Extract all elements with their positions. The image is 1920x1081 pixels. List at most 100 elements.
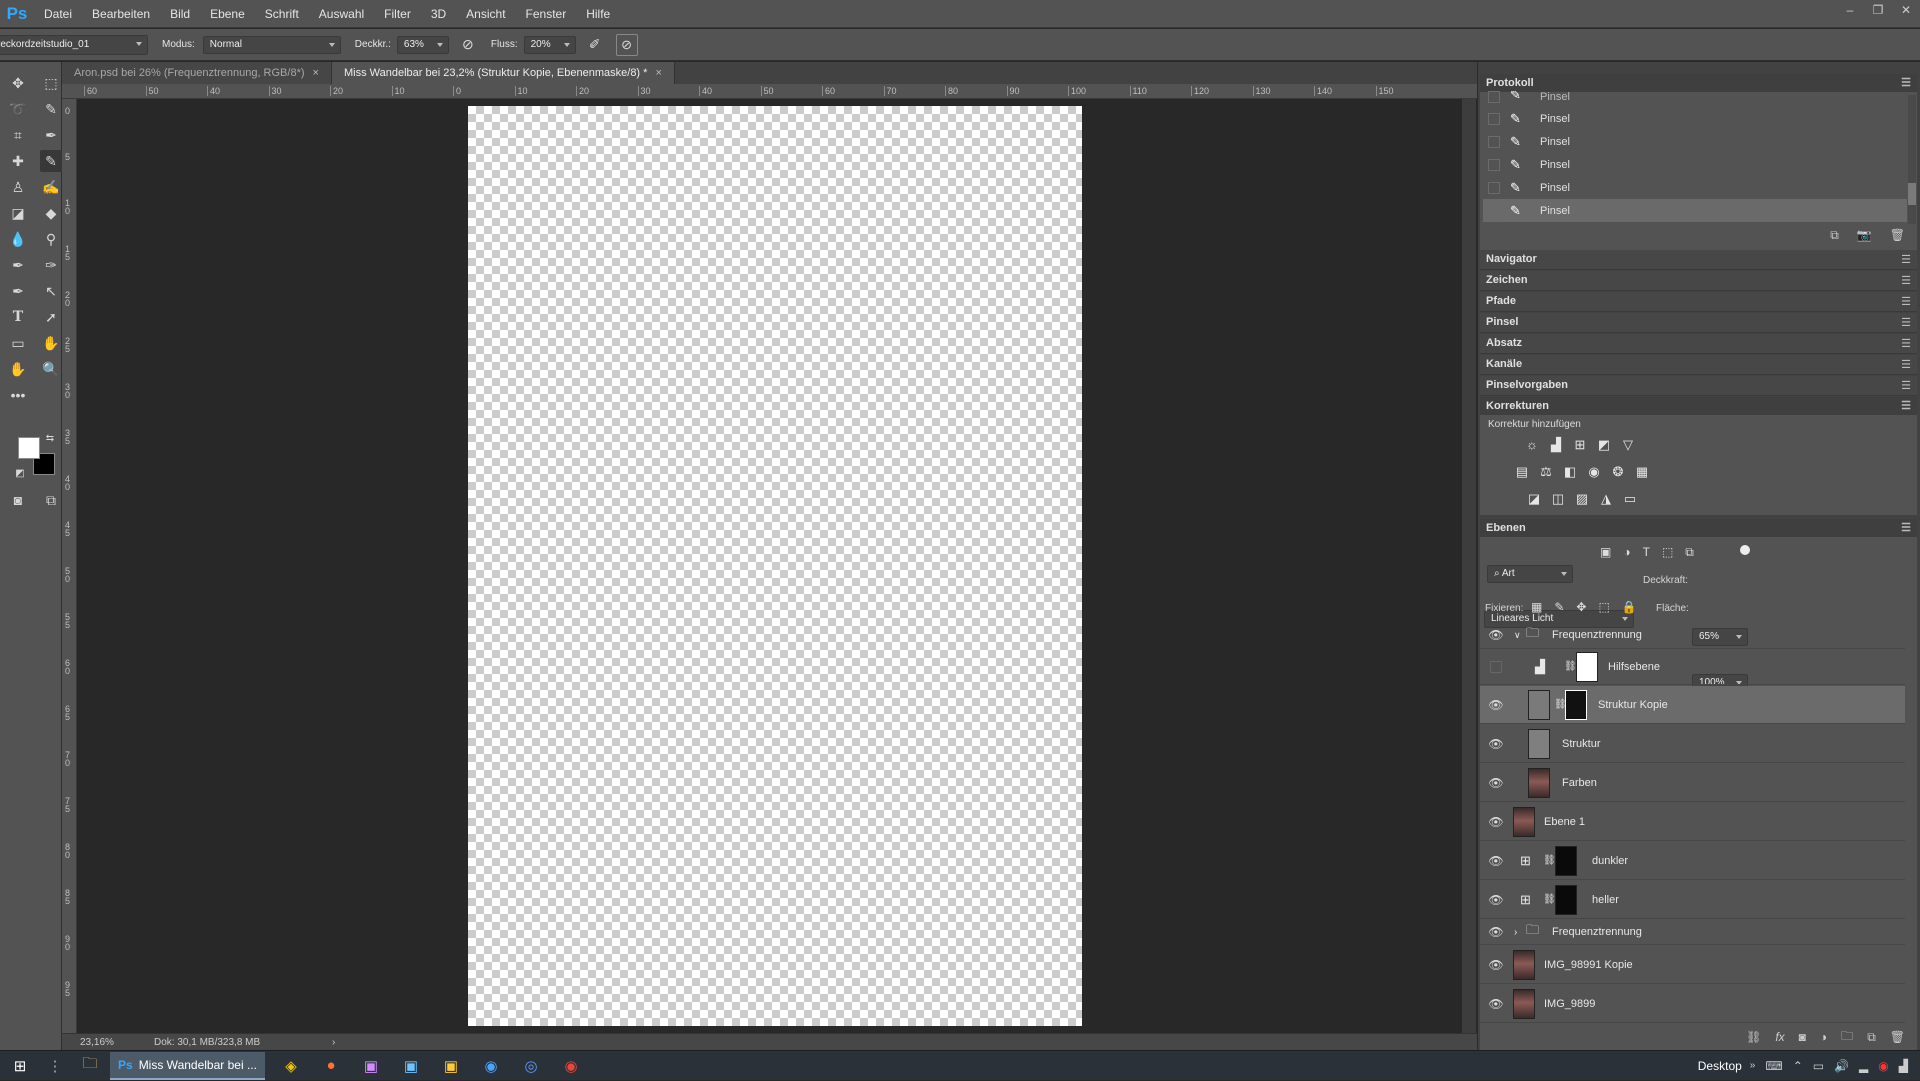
link-icon[interactable]: ⛓: [1564, 661, 1577, 672]
browser-icon[interactable]: ◉: [471, 1051, 511, 1081]
vertical-ruler[interactable]: 0 5 1 0 1 5 2 0 2 5 3 0 3 5 4 0 4 5 5 0 5 5 6 0 6 5 7 …: [62, 99, 77, 1033]
panel-menu-icon[interactable]: ☰: [1901, 337, 1911, 350]
color-lookup-icon[interactable]: ▦: [1633, 464, 1651, 480]
link-icon[interactable]: ⛓: [1543, 894, 1556, 905]
menu-bearbeiten[interactable]: Bearbeiten: [82, 0, 160, 28]
brush-presets-panel-header[interactable]: Pinselvorgaben ☰: [1480, 376, 1917, 396]
layer-ebene-1[interactable]: 👁 Ebene 1: [1480, 803, 1905, 841]
history-checkbox[interactable]: [1488, 204, 1500, 217]
link-layers-icon[interactable]: ⛓: [1746, 1030, 1761, 1044]
layer-group-frequenztrennung-collapsed[interactable]: 👁 › 🗀 Frequenztrennung: [1480, 920, 1905, 945]
menu-3d[interactable]: 3D: [421, 0, 456, 28]
menu-ebene[interactable]: Ebene: [200, 0, 255, 28]
paragraph-panel-header[interactable]: Absatz ☰: [1480, 334, 1917, 354]
swap-colors-icon[interactable]: ⇆: [43, 431, 57, 445]
lock-pixels-icon[interactable]: ✎: [1554, 600, 1564, 614]
smart-object-filter-icon[interactable]: ⧉: [1685, 545, 1694, 563]
minimize-button[interactable]: –: [1836, 0, 1864, 20]
navigator-panel-header[interactable]: Navigator ☰: [1480, 250, 1917, 270]
channel-mixer-icon[interactable]: ❂: [1609, 464, 1627, 480]
paths-panel-header[interactable]: Pfade ☰: [1480, 292, 1917, 312]
canvas-scrollbar[interactable]: [1462, 99, 1476, 1033]
posterize-icon[interactable]: ◫: [1549, 491, 1567, 507]
bridge-icon[interactable]: ◈: [271, 1051, 311, 1081]
rotate-view-tool-icon[interactable]: ✋: [7, 358, 29, 380]
foreground-color-swatch[interactable]: [18, 437, 40, 459]
marquee-tool-icon[interactable]: ⬚: [40, 72, 62, 94]
character-panel-header[interactable]: Zeichen ☰: [1480, 271, 1917, 291]
zoom-tool-icon[interactable]: 🔍: [40, 358, 62, 380]
tray-expand-icon[interactable]: »: [1750, 1060, 1756, 1071]
blur-tool-icon[interactable]: 💧: [7, 228, 29, 250]
photo-filter-icon[interactable]: ◉: [1585, 464, 1603, 480]
black-white-icon[interactable]: ◧: [1561, 464, 1579, 480]
close-button[interactable]: ✕: [1892, 0, 1920, 20]
lock-all-icon[interactable]: 🔒: [1622, 600, 1637, 614]
volume-icon[interactable]: 🔊: [1834, 1059, 1849, 1073]
premiere-icon[interactable]: ▣: [351, 1051, 391, 1081]
document-canvas[interactable]: [468, 106, 1082, 1026]
file-explorer-icon[interactable]: 🗀: [70, 1051, 110, 1081]
history-item[interactable]: ✎ Pinsel: [1483, 130, 1907, 153]
adobe-cc-icon[interactable]: ◉: [1878, 1059, 1888, 1073]
color-balance-icon[interactable]: ⚖: [1537, 464, 1555, 480]
history-checkbox[interactable]: [1488, 181, 1500, 194]
panel-menu-icon[interactable]: ☰: [1901, 253, 1911, 266]
invert-icon[interactable]: ◪: [1525, 491, 1543, 507]
scrollbar-thumb[interactable]: [1908, 183, 1916, 205]
history-item[interactable]: ✎ Pinsel: [1483, 176, 1907, 199]
network-icon[interactable]: ▂: [1859, 1059, 1868, 1073]
horizontal-ruler[interactable]: 60 50 40 30 20 10 0 10 20 30 40 50 60 70 80 90 100 110 120…: [62, 84, 1477, 99]
eraser-tool-icon[interactable]: ◪: [7, 202, 29, 224]
eye-icon[interactable]: 👁: [1488, 815, 1504, 829]
levels-icon[interactable]: ▟: [1547, 437, 1565, 453]
panel-menu-icon[interactable]: ☰: [1901, 316, 1911, 329]
layer-img-9899[interactable]: 👁 IMG_9899: [1480, 985, 1905, 1023]
history-item[interactable]: ✎ Pinsel: [1483, 153, 1907, 176]
history-item-current[interactable]: ✎ Pinsel: [1483, 199, 1907, 222]
folder-app-icon[interactable]: ▣: [431, 1051, 471, 1081]
eye-icon[interactable]: 👁: [1488, 776, 1504, 790]
panel-menu-icon[interactable]: ☰: [1901, 379, 1911, 392]
layer-struktur[interactable]: 👁 Struktur: [1480, 725, 1905, 763]
lock-transparency-icon[interactable]: ▦: [1531, 600, 1542, 614]
chevron-down-icon[interactable]: ∨: [1514, 630, 1521, 641]
tab-aron[interactable]: Aron.psd bei 26% (Frequenztrennung, RGB/…: [62, 62, 332, 84]
trash-icon[interactable]: 🗑: [1890, 228, 1905, 242]
channels-panel-header[interactable]: Kanäle ☰: [1480, 355, 1917, 375]
crop-tool-icon[interactable]: ⌗: [7, 124, 29, 146]
selective-color-icon[interactable]: ◮: [1597, 491, 1615, 507]
menu-filter[interactable]: Filter: [374, 0, 421, 28]
history-checkbox[interactable]: [1488, 158, 1500, 171]
history-checkbox[interactable]: [1488, 91, 1500, 103]
filter-toggle-icon[interactable]: [1740, 545, 1750, 555]
pressure-opacity-icon[interactable]: ⊘: [455, 36, 481, 53]
menu-hilfe[interactable]: Hilfe: [576, 0, 620, 28]
lasso-tool-icon[interactable]: ➰: [7, 98, 29, 120]
rectangle-tool-icon[interactable]: ▭: [7, 332, 29, 354]
tab-miss-wandelbar[interactable]: Miss Wandelbar bei 23,2% (Struktur Kopie…: [331, 62, 675, 84]
brush-panel-header[interactable]: Pinsel ☰: [1480, 313, 1917, 333]
panel-menu-icon[interactable]: ☰: [1901, 399, 1911, 412]
new-group-icon[interactable]: 🗀: [1841, 1027, 1853, 1048]
healing-brush-tool-icon[interactable]: ✚: [7, 150, 29, 172]
new-layer-icon[interactable]: ⧉: [1867, 1030, 1876, 1045]
signal-icon[interactable]: ▟: [1899, 1059, 1908, 1073]
snapshot-camera-icon[interactable]: 📷: [1857, 228, 1872, 242]
layer-thumbnail[interactable]: [1513, 989, 1535, 1019]
chrome-icon[interactable]: ◉: [551, 1051, 591, 1081]
move-tool-icon[interactable]: ✥: [7, 72, 29, 94]
layer-hilfsebene[interactable]: ▟ ⛓ Hilfsebene: [1480, 649, 1905, 685]
layer-mask-thumbnail[interactable]: [1576, 652, 1598, 682]
tray-box-icon[interactable]: ▭: [1813, 1059, 1824, 1073]
menu-datei[interactable]: Datei: [34, 0, 82, 28]
close-icon[interactable]: ×: [313, 67, 319, 79]
paint-bucket-tool-icon[interactable]: ◆: [40, 202, 62, 224]
clone-stamp-tool-icon[interactable]: ♙: [7, 176, 29, 198]
eye-icon[interactable]: 👁: [1488, 997, 1504, 1011]
direct-selection-tool-icon[interactable]: ➚: [40, 306, 62, 328]
eye-icon[interactable]: 👁: [1488, 893, 1504, 907]
layer-mask-thumbnail[interactable]: [1555, 885, 1577, 915]
panel-menu-icon[interactable]: ☰: [1901, 76, 1911, 89]
adjustments-panel-header[interactable]: Korrekturen ☰: [1480, 397, 1917, 415]
